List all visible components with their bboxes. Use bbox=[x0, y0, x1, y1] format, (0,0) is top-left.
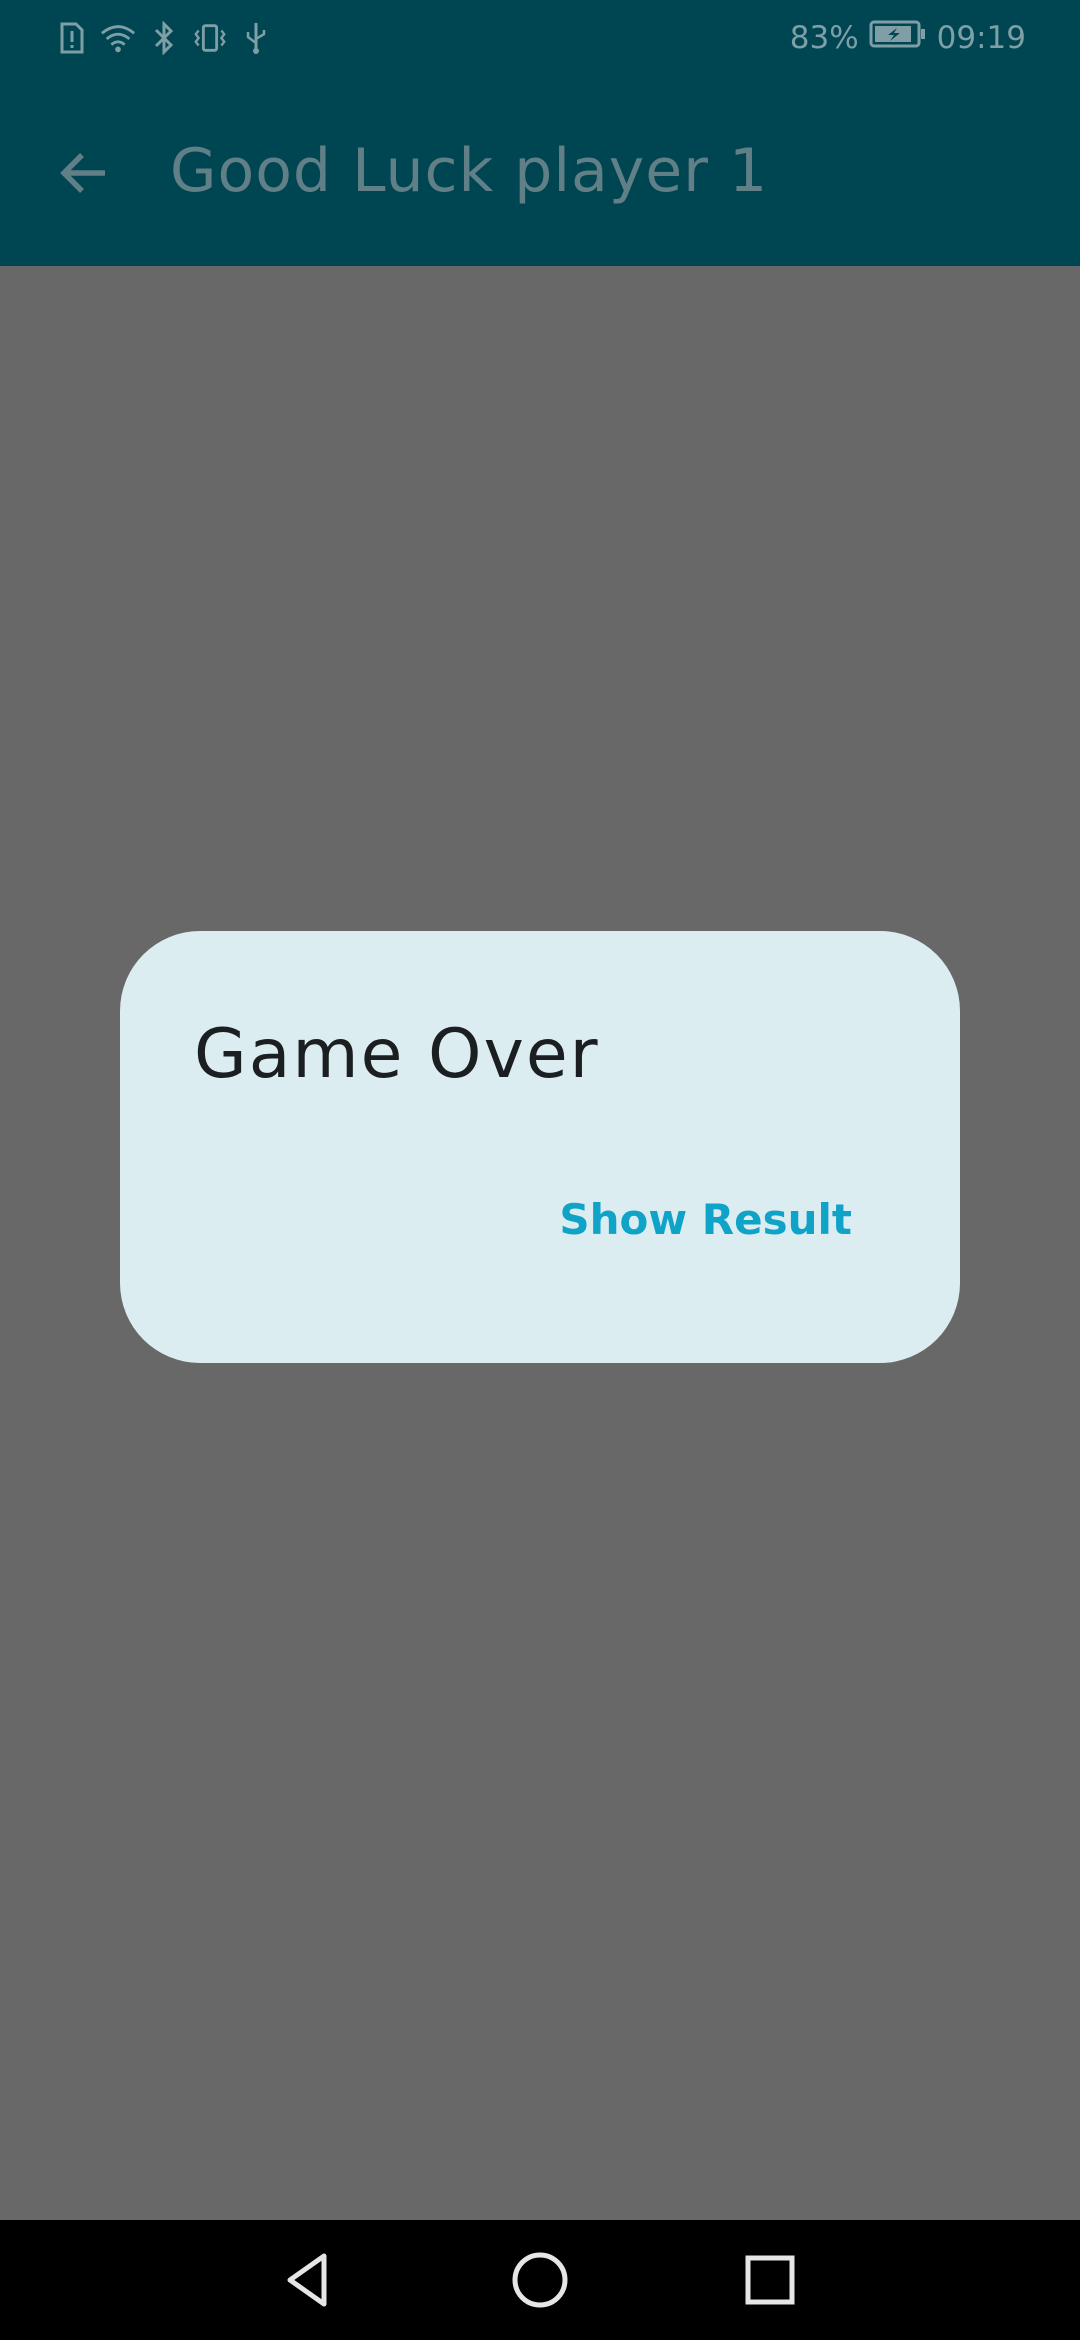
app-bar: Good Luck player 1 bbox=[0, 76, 1080, 266]
arrow-back-icon bbox=[60, 153, 105, 193]
nav-home-button[interactable] bbox=[500, 2240, 580, 2320]
bluetooth-icon bbox=[146, 18, 182, 58]
back-triangle-icon bbox=[287, 2253, 327, 2307]
back-button[interactable] bbox=[48, 138, 118, 208]
screen: 83% 09:19 Good Luck player 1 Game Over S… bbox=[0, 0, 1080, 2340]
status-icons-left bbox=[54, 18, 274, 58]
home-circle-icon bbox=[512, 2252, 568, 2308]
status-bar: 83% 09:19 bbox=[0, 0, 1080, 76]
recents-square-icon bbox=[745, 2255, 795, 2305]
show-result-button[interactable]: Show Result bbox=[559, 1195, 852, 1244]
nav-recents-button[interactable] bbox=[730, 2240, 810, 2320]
dialog-title: Game Over bbox=[194, 1015, 600, 1094]
sim-alert-icon bbox=[54, 18, 90, 58]
battery-percent: 83% bbox=[789, 20, 859, 56]
system-nav-bar bbox=[0, 2220, 1080, 2340]
nav-back-button[interactable] bbox=[268, 2240, 348, 2320]
battery-charging-icon bbox=[869, 19, 927, 57]
vibrate-icon bbox=[192, 18, 228, 58]
clock-time: 09:19 bbox=[936, 20, 1026, 56]
wifi-icon bbox=[100, 18, 136, 58]
status-icons-right: 83% 09:19 bbox=[790, 18, 1026, 58]
game-over-dialog: Game Over Show Result bbox=[120, 931, 960, 1363]
usb-icon bbox=[238, 18, 274, 58]
page-title: Good Luck player 1 bbox=[170, 136, 769, 206]
